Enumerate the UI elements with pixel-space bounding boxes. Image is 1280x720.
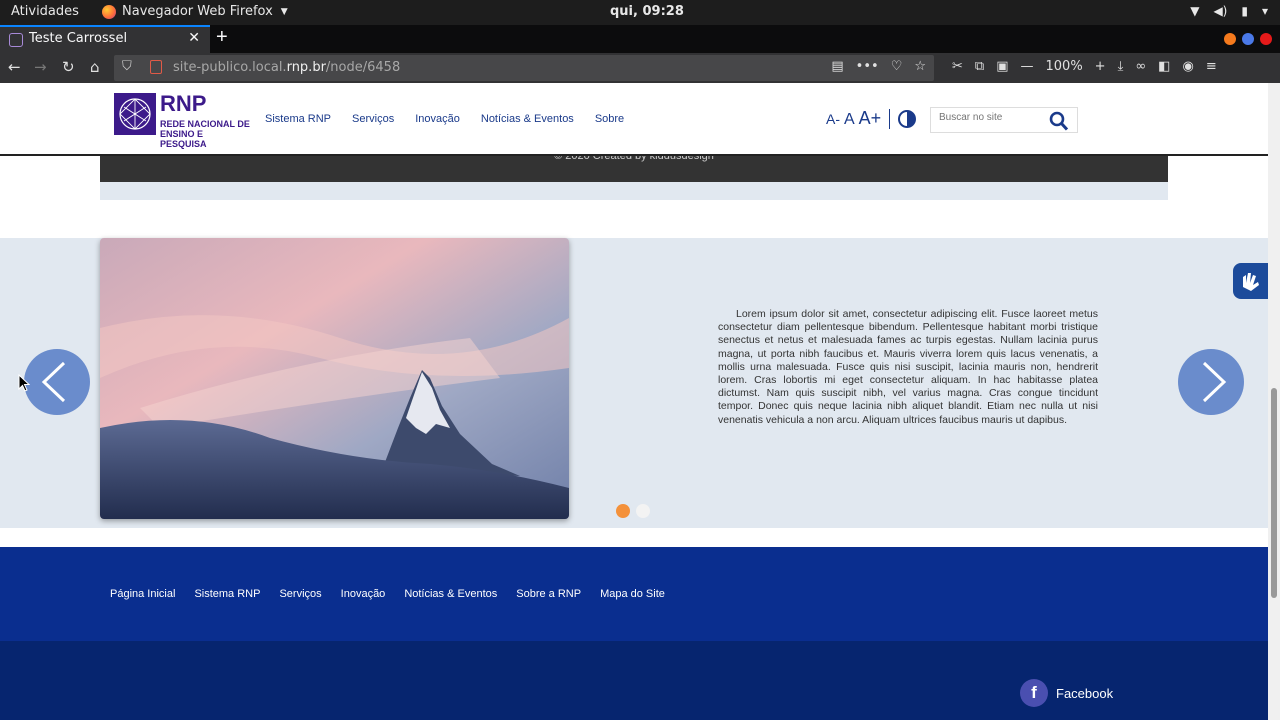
menu-icon[interactable]: ≡ <box>1206 59 1217 74</box>
footer-nav: Página Inicial Sistema RNP Serviços Inov… <box>110 588 665 600</box>
site-header: RNP REDE NACIONAL DE ENSINO E PESQUISA S… <box>0 83 1268 156</box>
url-text[interactable]: site-publico.local.rnp.br/node/6458 <box>173 60 400 75</box>
carousel: Lorem ipsum dolor sit amet, consectetur … <box>0 238 1269 528</box>
paste-icon[interactable]: ▣ <box>996 59 1008 74</box>
system-tray[interactable]: ▼ ◀) ▮ ▾ <box>1190 4 1268 18</box>
footer-link-inovacao[interactable]: Inovação <box>341 588 386 600</box>
logo-tagline: REDE NACIONAL DE ENSINO E PESQUISA <box>160 119 250 149</box>
nav-item-noticias-eventos[interactable]: Notícias & Eventos <box>481 113 574 125</box>
search-input[interactable] <box>939 112 1043 123</box>
main-nav: Sistema RNP Serviços Inovação Notícias &… <box>265 113 624 125</box>
carousel-dot-active[interactable] <box>616 504 630 518</box>
tab-title: Teste Carrossel <box>29 31 128 46</box>
reader-view-icon[interactable]: ▤ <box>831 59 843 74</box>
home-icon[interactable]: ⌂ <box>90 58 100 76</box>
font-normal-button[interactable]: A <box>844 111 855 129</box>
page-actions-icon[interactable]: ••• <box>856 59 879 74</box>
copy-icon[interactable]: ⧉ <box>975 59 984 74</box>
url-bar[interactable]: ⛉ site-publico.local.rnp.br/node/6458 ▤ … <box>114 55 934 81</box>
nav-item-inovacao[interactable]: Inovação <box>415 113 460 125</box>
page-favicon-icon <box>9 33 23 47</box>
font-decrease-button[interactable]: A- <box>826 111 840 127</box>
footer-link-mapa-do-site[interactable]: Mapa do Site <box>600 588 665 600</box>
footer-link-servicos[interactable]: Serviços <box>279 588 321 600</box>
private-mask-icon[interactable]: ∞ <box>1135 59 1146 74</box>
mouse-cursor-icon <box>18 374 30 392</box>
chevron-right-icon <box>1202 361 1227 403</box>
carousel-next-button[interactable] <box>1178 349 1244 415</box>
firefox-icon <box>102 4 116 19</box>
social-facebook-link[interactable]: f Facebook <box>1020 679 1113 707</box>
footer-nav-section: Página Inicial Sistema RNP Serviços Inov… <box>0 547 1268 641</box>
sign-language-hands-icon <box>1243 273 1259 291</box>
maximize-icon[interactable] <box>1242 33 1254 45</box>
system-top-bar: Atividades Navegador Web Firefox ▼ qui, … <box>0 0 1280 25</box>
footer-link-noticias-eventos[interactable]: Notícias & Eventos <box>404 588 497 600</box>
footer-link-sobre-a-rnp[interactable]: Sobre a RNP <box>516 588 581 600</box>
account-icon[interactable]: ◉ <box>1182 59 1193 74</box>
caret-down-icon: ▼ <box>280 6 288 17</box>
wifi-icon: ▼ <box>1190 4 1200 18</box>
footer-bottom-section: f Facebook <box>0 641 1268 720</box>
search-box <box>930 107 1078 133</box>
zoom-level[interactable]: 100% <box>1046 59 1083 74</box>
footer-link-sistema-rnp[interactable]: Sistema RNP <box>194 588 260 600</box>
search-icon[interactable] <box>1049 110 1069 132</box>
divider-strip <box>100 182 1168 200</box>
pocket-icon[interactable]: ♡ <box>891 59 903 74</box>
slide-text: Lorem ipsum dolor sit amet, consectetur … <box>718 308 1098 426</box>
caret-down-icon: ▾ <box>1261 4 1268 18</box>
nav-item-sobre[interactable]: Sobre <box>595 113 624 125</box>
reload-icon[interactable]: ↻ <box>62 58 75 76</box>
divider <box>889 108 891 129</box>
font-increase-button[interactable]: A+ <box>859 108 882 129</box>
cut-icon[interactable]: ✂ <box>952 59 963 74</box>
close-tab-icon[interactable]: ✕ <box>188 30 200 46</box>
scrollbar-thumb[interactable] <box>1271 388 1277 598</box>
insecure-lock-icon[interactable] <box>150 60 162 74</box>
nav-item-sistema-rnp[interactable]: Sistema RNP <box>265 113 331 125</box>
chevron-left-icon <box>41 361 66 403</box>
zoom-in-icon[interactable]: + <box>1095 59 1106 74</box>
battery-icon: ▮ <box>1241 4 1248 18</box>
carousel-prev-button[interactable] <box>24 349 90 415</box>
close-window-icon[interactable] <box>1260 33 1272 45</box>
carousel-indicators <box>616 504 650 518</box>
sidebar-icon[interactable]: ◧ <box>1158 59 1170 74</box>
window-controls <box>1224 33 1272 45</box>
social-facebook-label: Facebook <box>1056 685 1114 701</box>
app-menu[interactable]: Navegador Web Firefox ▼ <box>102 4 288 19</box>
font-size-controls: A- A A+ <box>826 108 917 129</box>
activities-button[interactable]: Atividades <box>11 4 79 19</box>
page-viewport: RNP REDE NACIONAL DE ENSINO E PESQUISA S… <box>0 83 1280 720</box>
navigation-toolbar: ← → ↻ ⌂ ⛉ site-publico.local.rnp.br/node… <box>0 53 1280 83</box>
facebook-icon: f <box>1020 679 1048 707</box>
app-menu-label: Navegador Web Firefox <box>122 4 273 19</box>
new-tab-button[interactable]: + <box>216 26 228 49</box>
minimize-icon[interactable] <box>1224 33 1236 45</box>
page-scrollbar[interactable] <box>1268 83 1280 720</box>
vlibras-accessibility-button[interactable] <box>1233 263 1269 299</box>
slide-image <box>100 238 569 519</box>
previous-footer-strip: © 2020 Created by kiddusdesign <box>100 150 1168 182</box>
clock[interactable]: qui, 09:28 <box>610 4 684 19</box>
contrast-toggle-icon[interactable] <box>898 109 917 128</box>
tab-strip: Teste Carrossel ✕ + <box>0 25 1280 53</box>
rnp-logo[interactable]: RNP REDE NACIONAL DE ENSINO E PESQUISA <box>114 93 250 149</box>
tab-teste-carrossel[interactable]: Teste Carrossel ✕ <box>0 25 210 53</box>
carousel-dot[interactable] <box>636 504 650 518</box>
nav-item-servicos[interactable]: Serviços <box>352 113 394 125</box>
bookmark-star-icon[interactable]: ☆ <box>914 59 926 74</box>
zoom-out-icon[interactable]: — <box>1021 59 1034 74</box>
logo-acronym: RNP <box>160 91 207 116</box>
volume-icon: ◀) <box>1213 4 1228 18</box>
forward-icon[interactable]: → <box>34 58 47 76</box>
footer-link-pagina-inicial[interactable]: Página Inicial <box>110 588 175 600</box>
tracking-shield-icon[interactable]: ⛉ <box>122 59 132 74</box>
downloads-icon[interactable]: ⤓ <box>1118 59 1124 74</box>
back-icon[interactable]: ← <box>8 58 21 76</box>
rnp-logo-mark-icon <box>114 93 156 135</box>
